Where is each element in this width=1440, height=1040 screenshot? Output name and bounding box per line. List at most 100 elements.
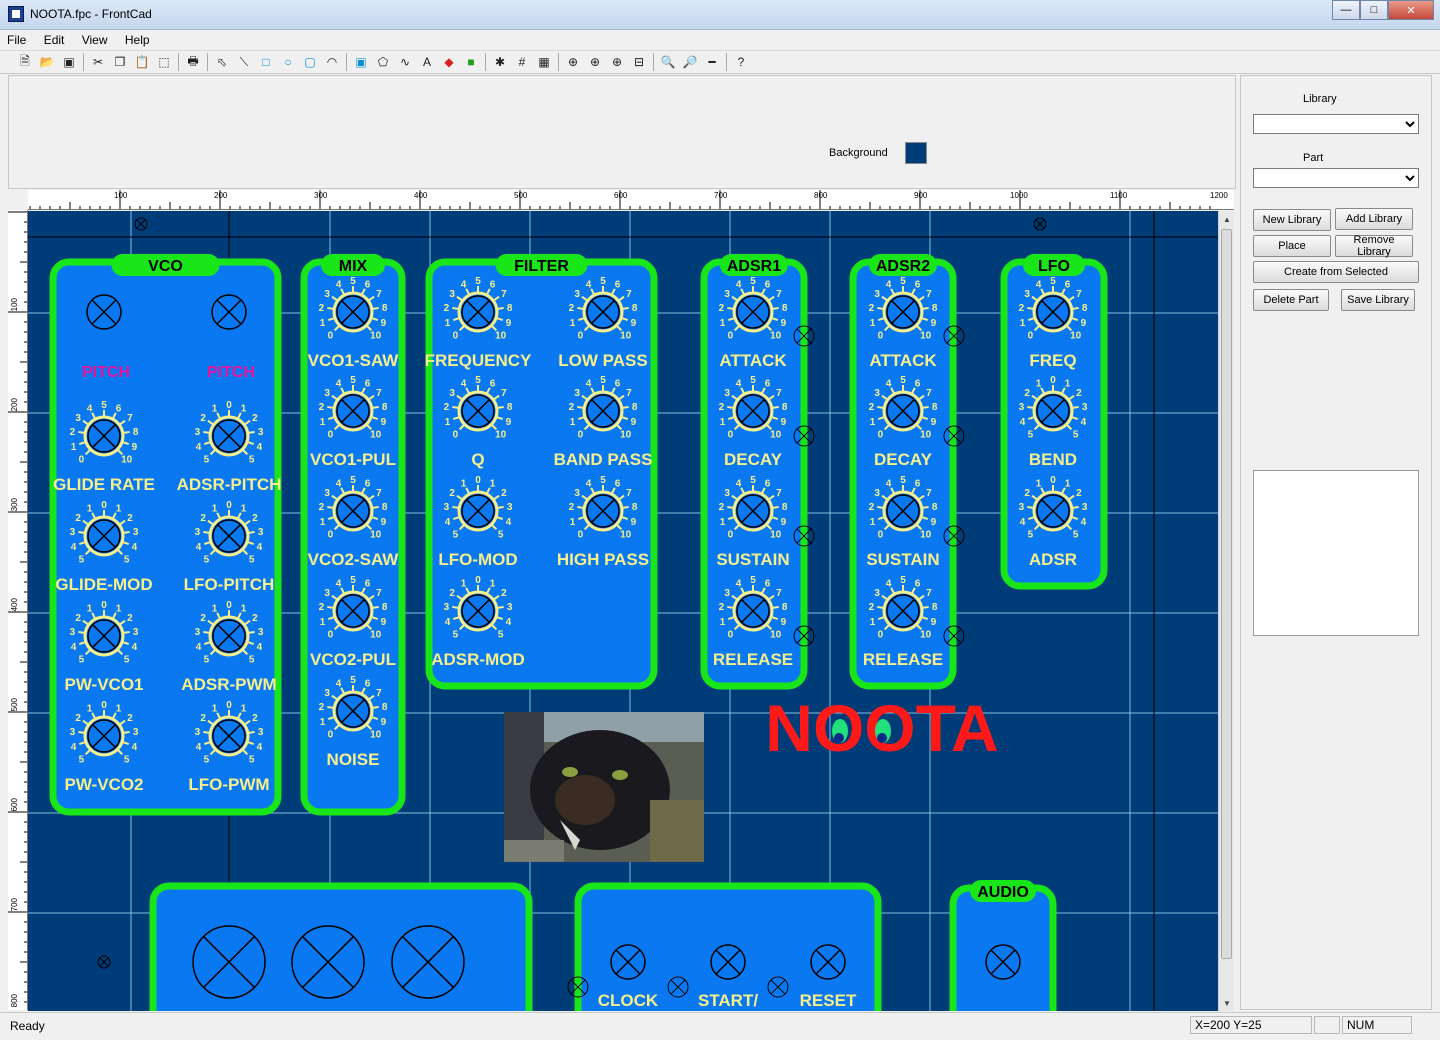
knob-scale-label: 1 (87, 703, 93, 714)
knob-scale-label: 4 (1081, 517, 1087, 528)
knob-scale-label: 0 (226, 400, 232, 411)
open-folder-icon[interactable]: 📂 (36, 52, 58, 72)
part-preview-box[interactable] (1253, 470, 1419, 636)
maximize-button[interactable]: □ (1360, 0, 1388, 20)
knob-scale-label: 7 (626, 488, 632, 499)
knob-scale-label: 3 (324, 488, 330, 499)
knob-scale-label: 8 (382, 303, 388, 314)
curve-icon[interactable]: ∿ (394, 52, 416, 72)
cut-icon[interactable]: ✂ (87, 52, 109, 72)
polygon-icon[interactable]: ⬠ (372, 52, 394, 72)
knob-scale-label: 3 (874, 388, 880, 399)
knob-scale-label: 4 (196, 442, 202, 453)
properties-area: Background (8, 75, 1236, 189)
knob-scale-label: 3 (70, 727, 76, 738)
knob-scale-label: 9 (931, 517, 937, 528)
knob-scale-label: 2 (569, 303, 575, 314)
menu-edit[interactable]: Edit (37, 30, 72, 47)
knob-scale-label: 5 (124, 755, 130, 766)
knob-scale-label: 10 (121, 455, 133, 466)
knob-scale-label: 10 (620, 430, 632, 441)
background-color-swatch[interactable] (905, 142, 927, 164)
zoom-window-icon[interactable]: ⊟ (628, 52, 650, 72)
scroll-up-icon[interactable]: ▲ (1219, 211, 1235, 227)
canvas-drawing[interactable]: VCOPITCH PITCH01234 5 678910GLIDE RATE54321… (28, 211, 1218, 1011)
remove-library-button[interactable]: Remove Library (1335, 234, 1413, 258)
knob-scale-label: 3 (874, 289, 880, 300)
module-title: MIX (339, 258, 368, 275)
zoom-in-icon[interactable]: 🔍 (657, 52, 679, 72)
knob-scale-label: 0 (226, 700, 232, 711)
scroll-down-icon[interactable]: ▼ (1219, 995, 1235, 1011)
measure-icon[interactable]: ━ (701, 52, 723, 72)
rounded-rect-icon[interactable]: ▢ (299, 52, 321, 72)
circle-icon[interactable]: ○ (277, 52, 299, 72)
knob-scale-label: 1 (1065, 378, 1071, 389)
save-icon[interactable]: ▣ (58, 52, 80, 72)
zoom-sheet-icon[interactable]: ⊕ (606, 52, 628, 72)
text-icon[interactable]: A (416, 52, 438, 72)
knob-scale-label: 8 (632, 502, 638, 513)
save-library-button[interactable]: Save Library (1341, 289, 1415, 311)
design-canvas[interactable]: VCO PITCH PITCH 0 1 2 3 4 5 6 7 8 9 10 GLIDE RATE 5 4 3 2 1… (28, 211, 1218, 1011)
place-button[interactable]: Place (1253, 235, 1331, 257)
menu-view[interactable]: View (75, 30, 115, 47)
app-icon (8, 6, 24, 22)
knob-scale-label: 7 (926, 289, 932, 300)
cat-photo-image[interactable] (504, 712, 704, 862)
help-icon[interactable]: ? (730, 52, 752, 72)
zoom-in-plus-icon[interactable]: ⊕ (584, 52, 606, 72)
knob-scale-label: 4 (736, 378, 742, 389)
knob-scale-label: 4 (71, 742, 77, 753)
minimize-button[interactable]: — (1332, 0, 1360, 20)
knob-scale-label: 6 (615, 378, 621, 389)
round-button-icon[interactable]: ▣ (350, 52, 372, 72)
grid-set-icon[interactable]: ▦ (533, 52, 555, 72)
knob-scale-label: 3 (449, 289, 455, 300)
scroll-thumb[interactable] (1221, 229, 1232, 959)
knob-scale-label: 9 (381, 318, 387, 329)
knob-scale-label: 4 (336, 678, 342, 689)
rectangle-icon[interactable]: □ (255, 52, 277, 72)
delete-part-button[interactable]: Delete Part (1253, 289, 1329, 311)
knob-scale-label: 9 (631, 417, 637, 428)
knob-scale-label: 6 (765, 578, 771, 589)
vertical-ruler: 100 200 300 400 500 600 700 800 (8, 210, 28, 1010)
menu-file[interactable]: File (0, 30, 33, 47)
print-icon[interactable]: 🖶 (182, 52, 204, 72)
knob-scale-label: 3 (195, 527, 201, 538)
pointer-icon[interactable]: ⬁ (211, 52, 233, 72)
vertical-scrollbar[interactable]: ▲ ▼ (1218, 211, 1234, 1011)
line-icon[interactable]: ⟍ (233, 52, 255, 72)
library-select[interactable] (1253, 114, 1419, 134)
knob-scale-label: 9 (781, 517, 787, 528)
knob-scale-label: 4 (1081, 417, 1087, 428)
snap-icon[interactable]: ✱ (489, 52, 511, 72)
ruler-h-label: 1200 (1210, 191, 1228, 200)
image-icon[interactable]: ■ (460, 52, 482, 72)
knob-scale-label: 8 (382, 402, 388, 413)
close-button[interactable]: ✕ (1388, 0, 1434, 20)
knob-scale-label: 1 (870, 617, 876, 628)
knob-scale-label: 6 (765, 378, 771, 389)
zoom-fit-icon[interactable]: ⊕ (562, 52, 584, 72)
knob-scale-label: 10 (770, 430, 782, 441)
part-select[interactable] (1253, 168, 1419, 188)
new-file-icon[interactable]: 🗎 (14, 52, 36, 72)
copy-icon[interactable]: ❐ (109, 52, 131, 72)
paste-icon[interactable]: 📋 (131, 52, 153, 72)
fill-icon[interactable]: ◆ (438, 52, 460, 72)
knob-label: PW-VCO2 (65, 775, 144, 794)
grid-icon[interactable]: # (511, 52, 533, 72)
select-area-icon[interactable]: ⬚ (153, 52, 175, 72)
menu-help[interactable]: Help (118, 30, 157, 47)
create-from-selected-button[interactable]: Create from Selected (1253, 261, 1419, 283)
knob-scale-label: 2 (75, 513, 81, 524)
new-library-button[interactable]: New Library (1253, 209, 1331, 231)
knob-scale-label: 1 (570, 517, 576, 528)
knob-scale-label: 0 (226, 500, 232, 511)
zoom-out-icon[interactable]: 🔎 (679, 52, 701, 72)
add-library-button[interactable]: Add Library (1335, 208, 1413, 230)
arc-icon[interactable]: ◠ (321, 52, 343, 72)
background-label: Background (829, 147, 888, 159)
